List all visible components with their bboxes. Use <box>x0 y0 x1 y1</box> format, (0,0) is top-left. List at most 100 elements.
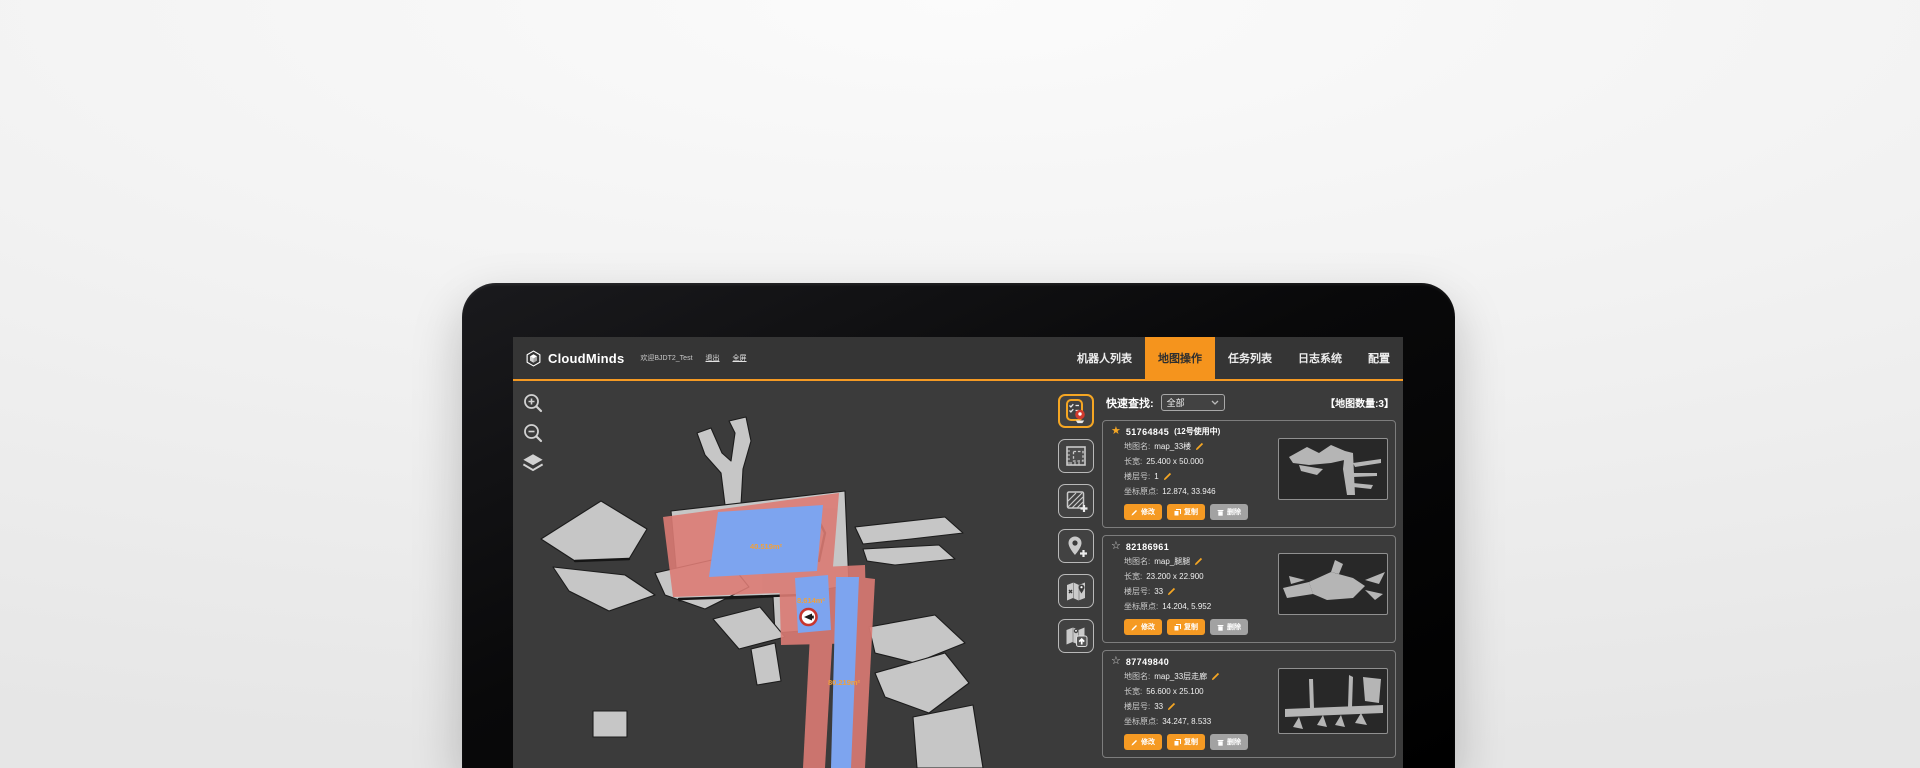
tool-map-list-button[interactable] <box>1058 394 1094 428</box>
map-card[interactable]: ★ 51764845 (12号使用中) 地图名:map_33楼 长宽:25.40… <box>1102 420 1396 528</box>
nav-robot-list[interactable]: 机器人列表 <box>1064 337 1145 380</box>
copy-icon <box>1174 509 1181 516</box>
map-thumbnail-image <box>1279 554 1388 615</box>
map-card[interactable]: ☆ 82186961 地图名:map_腿腿 长宽:23.200 x 22.900… <box>1102 535 1396 643</box>
favorite-star-icon[interactable]: ☆ <box>1111 541 1121 552</box>
nav-map-operations[interactable]: 地图操作 <box>1145 337 1215 380</box>
field-label: 地图名: <box>1124 669 1150 684</box>
robot-position-marker[interactable] <box>801 609 817 625</box>
monitor-frame: CloudMinds 欢迎BJDT2_Test 退出 全屏 机器人列表 地图操作… <box>462 283 1455 768</box>
add-region-icon <box>1064 489 1088 513</box>
nav-config[interactable]: 配置 <box>1355 337 1403 380</box>
map-id: 82186961 <box>1126 542 1169 552</box>
tool-map-pin-button[interactable] <box>1058 574 1094 608</box>
tool-add-region-button[interactable] <box>1058 484 1094 518</box>
map-name-value: map_33层走廊 <box>1154 669 1207 684</box>
map-id: 87749840 <box>1126 657 1169 667</box>
map-list-panel: 快速查找: 全部 【地图数量:3】 ★ 51764845 (12号使用中) <box>1100 381 1403 768</box>
tool-add-point-button[interactable] <box>1058 529 1094 563</box>
edit-map-button[interactable]: 修改 <box>1124 619 1162 635</box>
map-zoom-controls <box>522 392 544 474</box>
map-name-value: map_腿腿 <box>1154 554 1190 569</box>
copy-map-button[interactable]: 复制 <box>1167 619 1205 635</box>
edit-map-button[interactable]: 修改 <box>1124 734 1162 750</box>
area-label-3: 80.219m² <box>828 678 861 687</box>
edit-map-button[interactable]: 修改 <box>1124 504 1162 520</box>
map-thumbnail-image <box>1279 669 1388 734</box>
map-thumbnail <box>1278 668 1388 734</box>
panel-header: 快速查找: 全部 【地图数量:3】 <box>1106 394 1394 411</box>
map-count-text: 【地图数量:3】 <box>1325 395 1394 410</box>
card-title-row: ☆ 87749840 <box>1111 656 1387 667</box>
favorite-star-icon[interactable]: ★ <box>1111 426 1121 437</box>
delete-map-button[interactable]: 删除 <box>1210 504 1248 520</box>
field-label: 楼层号: <box>1124 699 1150 714</box>
field-label: 坐标原点: <box>1124 714 1158 729</box>
edit-floor-icon[interactable] <box>1163 472 1172 481</box>
map-size-value: 23.200 x 22.900 <box>1146 569 1203 584</box>
pencil-icon <box>1131 509 1138 516</box>
delete-map-button[interactable]: 删除 <box>1210 734 1248 750</box>
tool-measure-button[interactable] <box>1058 439 1094 473</box>
map-origin-value: 14.204, 5.952 <box>1162 599 1211 614</box>
edit-name-icon[interactable] <box>1211 672 1220 681</box>
map-floor-value: 33 <box>1154 584 1163 599</box>
map-size-value: 56.600 x 25.100 <box>1146 684 1203 699</box>
logout-link[interactable]: 退出 <box>706 353 720 363</box>
field-label: 长宽: <box>1124 569 1142 584</box>
pencil-icon <box>1131 624 1138 631</box>
trash-icon <box>1217 509 1224 516</box>
edit-name-icon[interactable] <box>1195 442 1204 451</box>
fullscreen-link[interactable]: 全屏 <box>733 353 747 363</box>
brand: CloudMinds <box>525 350 624 367</box>
area-label-2: 8.614m² <box>797 596 825 605</box>
map-filter-select[interactable]: 全部 <box>1161 394 1225 411</box>
pencil-icon <box>1131 739 1138 746</box>
layers-button[interactable] <box>522 452 544 474</box>
map-tool-column <box>1052 381 1100 768</box>
session-info: 欢迎BJDT2_Test 退出 全屏 <box>640 353 746 363</box>
edit-name-icon[interactable] <box>1194 557 1203 566</box>
quick-find-label: 快速查找: <box>1106 395 1154 411</box>
zoom-in-button[interactable] <box>522 392 544 414</box>
main-menu: 机器人列表 地图操作 任务列表 日志系统 配置 <box>1064 337 1403 380</box>
field-label: 楼层号: <box>1124 584 1150 599</box>
filter-selected-value: 全部 <box>1167 396 1185 409</box>
map-status: (12号使用中) <box>1174 426 1220 437</box>
field-label: 坐标原点: <box>1124 599 1158 614</box>
zoom-in-icon <box>522 392 544 414</box>
copy-icon <box>1174 624 1181 631</box>
nav-task-list[interactable]: 任务列表 <box>1215 337 1285 380</box>
card-actions: 修改 复制 删除 <box>1124 734 1387 750</box>
occupancy-grid-map: 40.519m² 8.614m² 80.219m² <box>513 381 1052 768</box>
nav-log-system[interactable]: 日志系统 <box>1285 337 1355 380</box>
map-card[interactable]: ☆ 87749840 地图名: map_33层走廊 长宽: 56.600 x 25.… <box>1102 650 1396 758</box>
card-actions: 修改 复制 删除 <box>1124 504 1387 520</box>
card-title-row: ★ 51764845 (12号使用中) <box>1111 426 1387 437</box>
area-label-1: 40.519m² <box>750 542 783 551</box>
app-window: CloudMinds 欢迎BJDT2_Test 退出 全屏 机器人列表 地图操作… <box>513 337 1403 768</box>
map-list-icon <box>1063 398 1089 424</box>
map-floor-value: 33 <box>1154 699 1163 714</box>
zoom-out-icon <box>522 422 544 444</box>
delete-map-button[interactable]: 删除 <box>1210 619 1248 635</box>
chevron-down-icon <box>1211 400 1219 405</box>
map-canvas[interactable]: 40.519m² 8.614m² 80.219m² <box>513 381 1052 768</box>
edit-floor-icon[interactable] <box>1167 587 1176 596</box>
map-id: 51764845 <box>1126 427 1169 437</box>
copy-map-button[interactable]: 复制 <box>1167 504 1205 520</box>
copy-map-button[interactable]: 复制 <box>1167 734 1205 750</box>
top-navbar: CloudMinds 欢迎BJDT2_Test 退出 全屏 机器人列表 地图操作… <box>513 337 1403 381</box>
add-point-icon <box>1064 534 1088 558</box>
field-label: 楼层号: <box>1124 469 1150 484</box>
welcome-text: 欢迎BJDT2_Test <box>640 353 692 363</box>
map-floor-value: 1 <box>1154 469 1158 484</box>
map-thumbnail <box>1278 553 1388 615</box>
cloudminds-logo-icon <box>525 350 542 367</box>
field-label: 长宽: <box>1124 684 1142 699</box>
zoom-out-button[interactable] <box>522 422 544 444</box>
favorite-star-icon[interactable]: ☆ <box>1111 656 1121 667</box>
tool-upload-map-button[interactable] <box>1058 619 1094 653</box>
edit-floor-icon[interactable] <box>1167 702 1176 711</box>
trash-icon <box>1217 739 1224 746</box>
